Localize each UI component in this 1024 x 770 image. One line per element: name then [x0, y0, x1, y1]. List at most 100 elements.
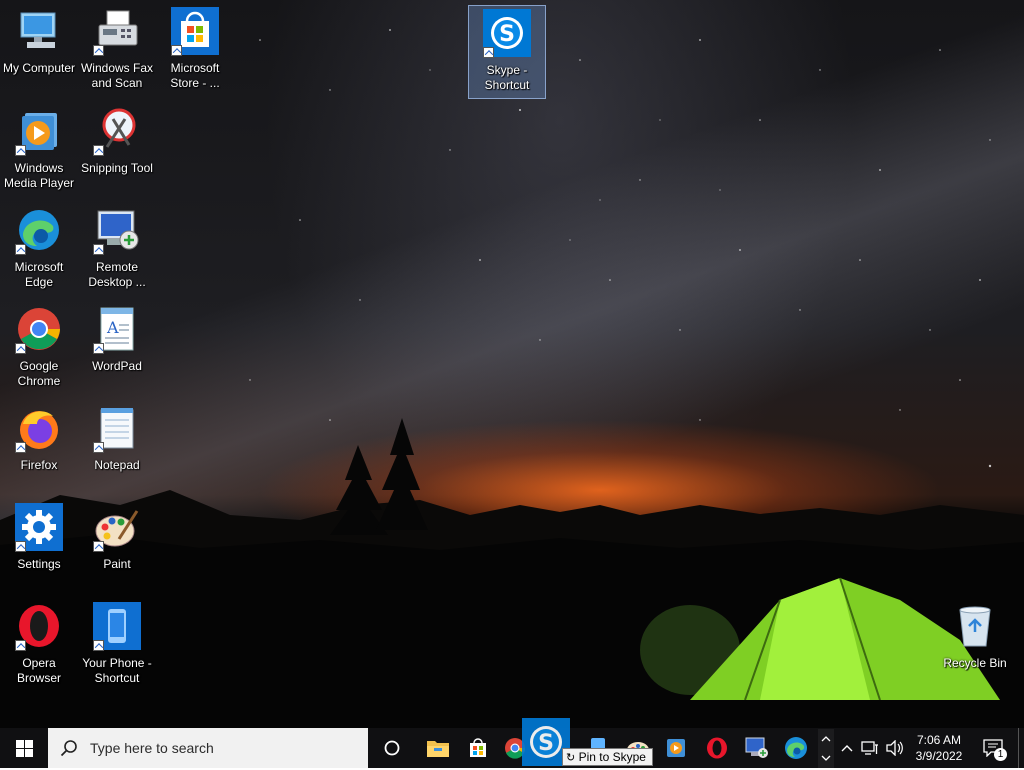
store-icon: [171, 7, 219, 56]
start-button[interactable]: [0, 728, 48, 768]
icon-label: WordPad: [92, 359, 142, 373]
chrome-icon: [15, 305, 63, 354]
taskbar-opera[interactable]: [698, 728, 736, 768]
store-icon: [470, 738, 486, 757]
chevron-up-icon: [841, 745, 853, 752]
taskbar-remote-desktop[interactable]: [738, 728, 776, 768]
computer-icon: [15, 7, 63, 55]
shortcut-arrow-icon: [171, 45, 182, 56]
icon-label: Paint: [103, 557, 131, 571]
chevron-up-icon: [821, 736, 831, 742]
shortcut-arrow-icon: [15, 640, 26, 651]
svg-text:A: A: [106, 318, 119, 337]
icon-label: Firefox: [20, 458, 58, 472]
taskbar-microsoft-store[interactable]: [458, 728, 498, 768]
icon-label: Skype - Shortcut: [484, 63, 530, 92]
svg-text:S: S: [499, 22, 515, 47]
desktop-icon-notepad[interactable]: Notepad: [78, 401, 156, 495]
skype-icon: S: [483, 9, 531, 58]
shortcut-arrow-icon: [93, 45, 104, 56]
volume-button[interactable]: [882, 728, 908, 768]
clock-button[interactable]: 7:06 AM 3/9/2022: [910, 728, 968, 768]
taskbar-file-explorer[interactable]: [418, 728, 458, 768]
desktop-icon-wordpad[interactable]: A WordPad: [78, 302, 156, 396]
desktop-icon-remote-desktop[interactable]: Remote Desktop ...: [78, 203, 156, 297]
folder-icon: [427, 741, 449, 757]
opera-icon: [15, 602, 63, 651]
pin-to-skype-tooltip: ↻ Pin to Skype: [562, 748, 653, 766]
icon-label: Snipping Tool: [81, 161, 153, 175]
desktop-icon-windows-fax-and-scan[interactable]: Windows Fax and Scan: [78, 4, 156, 98]
search-icon: [60, 740, 77, 757]
taskbar-windows-media-player[interactable]: [658, 728, 694, 768]
media-player-icon: [15, 107, 63, 156]
desktop-icon-windows-media-player[interactable]: Windows Media Player: [0, 104, 78, 198]
shortcut-arrow-icon: [15, 145, 26, 156]
taskbar-search-box[interactable]: [48, 728, 368, 768]
icon-label: Windows Media Player: [3, 161, 75, 190]
wordpad-icon: A: [93, 305, 141, 354]
icon-label: Microsoft Edge: [14, 260, 64, 289]
shortcut-arrow-icon: [93, 244, 104, 255]
taskbar: S 7:06 AM 3/9/2022 1: [0, 718, 1024, 768]
icon-label: Windows Fax and Scan: [80, 61, 154, 90]
desktop-icon-microsoft-edge[interactable]: Microsoft Edge: [0, 203, 78, 297]
cortana-button[interactable]: [372, 728, 412, 768]
shortcut-arrow-icon: [93, 343, 104, 354]
shortcut-arrow-icon: [93, 541, 104, 552]
fax-icon: [93, 7, 141, 56]
desktop-icon-microsoft-store[interactable]: Microsoft Store - ...: [156, 4, 234, 98]
icon-label: Notepad: [94, 458, 140, 472]
desktop-icon-paint[interactable]: Paint: [78, 500, 156, 594]
link-arrow-icon: ↻: [566, 752, 576, 764]
speaker-icon: [886, 740, 903, 756]
desktop-icon-settings[interactable]: Settings: [0, 500, 78, 594]
shortcut-arrow-icon: [15, 244, 26, 255]
network-button[interactable]: [858, 728, 882, 768]
desktop-icon-recycle-bin[interactable]: Recycle Bin: [936, 599, 1014, 693]
notification-count-badge: 1: [994, 748, 1007, 761]
desktop-icon-google-chrome[interactable]: Google Chrome: [0, 302, 78, 396]
icon-label: Your Phone - Shortcut: [82, 656, 152, 685]
opera-icon: [707, 737, 727, 759]
chevron-down-icon: [821, 755, 831, 761]
remote-desktop-icon: [93, 206, 141, 255]
phone-icon: [93, 602, 141, 651]
shortcut-arrow-icon: [93, 442, 104, 453]
clock-time: 7:06 AM: [916, 733, 962, 747]
windows-logo-icon: [15, 739, 33, 757]
shortcut-arrow-icon: [15, 541, 26, 552]
media-player-icon: [667, 739, 685, 757]
desktop-icon-firefox[interactable]: Firefox: [0, 401, 78, 495]
shortcut-arrow-icon: [93, 145, 104, 156]
desktop-icon-snipping-tool[interactable]: Snipping Tool: [78, 104, 156, 198]
action-center-button[interactable]: 1: [976, 728, 1010, 768]
firefox-icon: [15, 404, 63, 453]
shortcut-arrow-icon: [15, 442, 26, 453]
desktop-icon-my-computer[interactable]: My Computer: [0, 4, 78, 98]
desktop[interactable]: My Computer Windows Media Player Microso…: [0, 0, 1024, 728]
desktop-icon-skype-shortcut[interactable]: S Skype - Shortcut: [468, 5, 546, 99]
icon-label: Microsoft Store - ...: [170, 61, 220, 90]
paint-palette-icon: [93, 503, 141, 552]
clock-date: 3/9/2022: [915, 749, 963, 763]
network-icon: [861, 741, 878, 755]
tooltip-text: Pin to Skype: [578, 750, 646, 764]
show-desktop-button[interactable]: [1019, 728, 1024, 768]
search-input[interactable]: [88, 739, 352, 757]
icon-label: Recycle Bin: [943, 656, 1007, 670]
icon-label: Remote Desktop ...: [88, 260, 146, 289]
taskbar-scroll-down-button[interactable]: [818, 748, 834, 768]
taskbar-edge[interactable]: [776, 728, 816, 768]
cortana-circle-icon: [384, 740, 400, 756]
notepad-icon: [93, 404, 141, 453]
show-hidden-icons-button[interactable]: [838, 728, 856, 768]
gear-icon: [15, 503, 63, 552]
icon-label: Google Chrome: [17, 359, 61, 388]
desktop-icon-your-phone[interactable]: Your Phone - Shortcut: [78, 599, 156, 693]
taskbar-scroll-up-button[interactable]: [818, 729, 834, 749]
edge-icon: [15, 206, 63, 255]
icon-label: Opera Browser: [16, 656, 61, 685]
desktop-icon-opera-browser[interactable]: Opera Browser: [0, 599, 78, 693]
shortcut-arrow-icon: [93, 640, 104, 651]
